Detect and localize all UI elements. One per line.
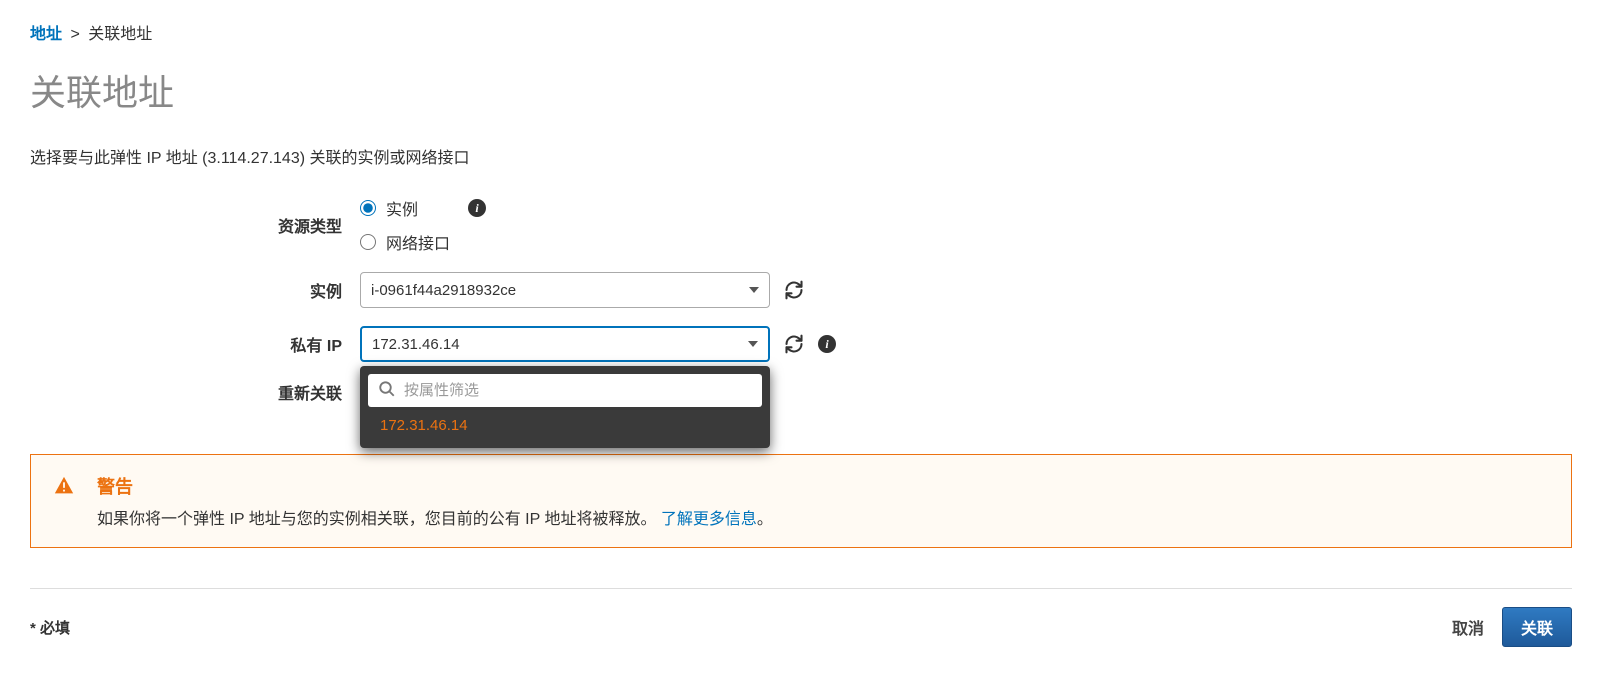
cancel-button[interactable]: 取消 bbox=[1452, 615, 1484, 639]
chevron-down-icon bbox=[749, 287, 759, 293]
resource-type-label: 资源类型 bbox=[30, 213, 360, 237]
required-note: * 必填 bbox=[30, 617, 70, 638]
refresh-icon[interactable] bbox=[784, 334, 804, 354]
search-icon bbox=[378, 380, 396, 401]
refresh-icon[interactable] bbox=[784, 280, 804, 300]
breadcrumb-current: 关联地址 bbox=[88, 26, 152, 43]
instance-label: 实例 bbox=[30, 278, 360, 302]
warning-box: 警告 如果你将一个弹性 IP 地址与您的实例相关联，您目前的公有 IP 地址将被… bbox=[30, 454, 1572, 548]
instance-select[interactable]: i-0961f44a2918932ce bbox=[360, 272, 770, 308]
page-description: 选择要与此弹性 IP 地址 (3.114.27.143) 关联的实例或网络接口 bbox=[30, 144, 1572, 168]
resource-type-instance-label[interactable]: 实例 bbox=[386, 196, 418, 220]
breadcrumb-separator: > bbox=[70, 26, 79, 43]
private-ip-label: 私有 IP bbox=[30, 332, 360, 356]
reassociate-label: 重新关联 bbox=[30, 380, 360, 404]
private-ip-option[interactable]: 172.31.46.14 bbox=[368, 407, 762, 440]
breadcrumb: 地址 > 关联地址 bbox=[30, 20, 1572, 44]
warning-title: 警告 bbox=[97, 473, 773, 499]
warning-icon bbox=[53, 475, 75, 500]
associate-button[interactable]: 关联 bbox=[1502, 607, 1572, 647]
instance-select-value: i-0961f44a2918932ce bbox=[371, 282, 516, 299]
chevron-down-icon bbox=[748, 341, 758, 347]
private-ip-select-value: 172.31.46.14 bbox=[372, 336, 460, 353]
resource-type-network-interface-label[interactable]: 网络接口 bbox=[386, 230, 450, 254]
resource-type-network-interface-radio[interactable] bbox=[360, 234, 376, 250]
learn-more-link[interactable]: 了解更多信息 bbox=[661, 511, 757, 528]
private-ip-select[interactable]: 172.31.46.14 bbox=[360, 326, 770, 362]
page-title: 关联地址 bbox=[30, 64, 1572, 116]
breadcrumb-root-link[interactable]: 地址 bbox=[30, 26, 62, 43]
info-icon[interactable]: i bbox=[818, 335, 836, 353]
info-icon[interactable]: i bbox=[468, 199, 486, 217]
resource-type-instance-radio[interactable] bbox=[360, 200, 376, 216]
warning-text: 如果你将一个弹性 IP 地址与您的实例相关联，您目前的公有 IP 地址将被释放。… bbox=[97, 505, 773, 529]
private-ip-search-input[interactable] bbox=[404, 382, 752, 399]
private-ip-dropdown: 172.31.46.14 bbox=[360, 366, 770, 448]
